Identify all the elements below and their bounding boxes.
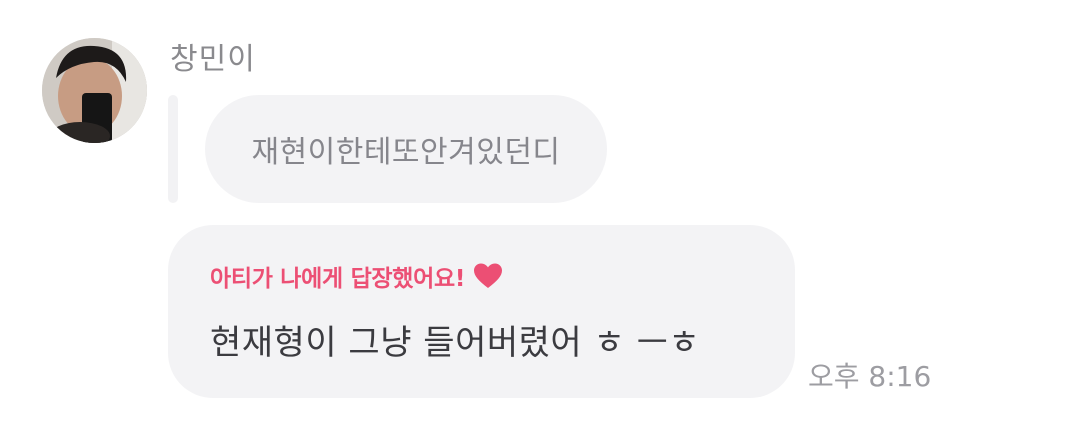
quote-indicator-bar [168,95,178,203]
quoted-message-text: 재현이한테또안겨있던디 [251,135,561,170]
reply-message-text: 현재형이 그냥 들어버렸어 ㅎ ㅡㅎ [210,323,701,363]
reply-message-bubble[interactable]: 아티가 나에게 답장했어요! 현재형이 그냥 들어버렸어 ㅎ ㅡㅎ [168,225,795,398]
reply-label: 아티가 나에게 답장했어요! [210,266,466,292]
sender-name: 창민이 [170,42,256,77]
avatar[interactable] [42,38,147,143]
reply-header: 아티가 나에게 답장했어요! [210,259,503,293]
heart-icon [473,262,503,290]
quoted-message-bubble[interactable]: 재현이한테또안겨있던디 [205,95,607,203]
profile-photo-icon [42,38,147,143]
message-timestamp: 오후 8:16 [808,360,932,393]
